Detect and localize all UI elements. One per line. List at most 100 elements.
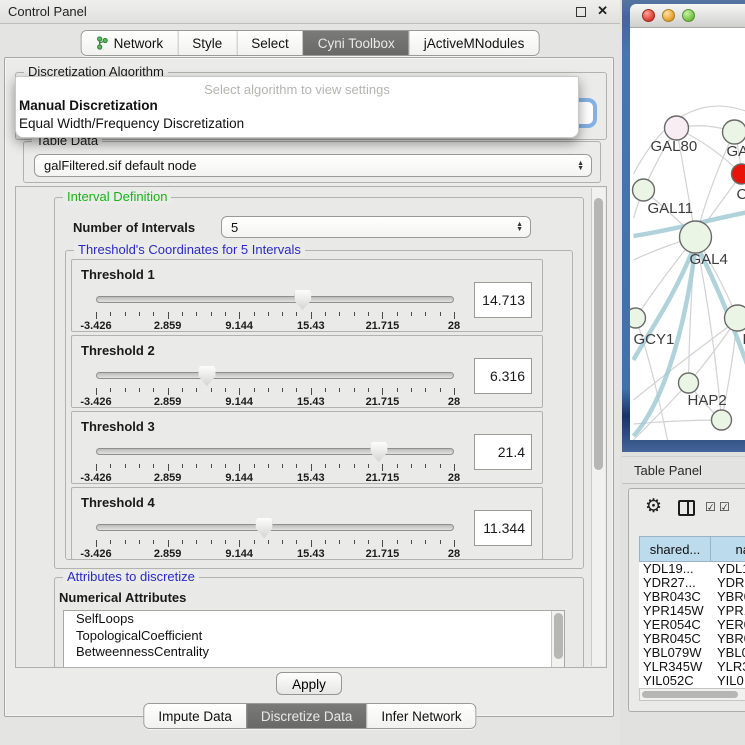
- table-cell[interactable]: YBR043C: [639, 590, 711, 604]
- slider-thumb[interactable]: [256, 518, 273, 538]
- network-node[interactable]: [723, 120, 745, 144]
- scrollbar-thumb[interactable]: [554, 613, 563, 659]
- network-node[interactable]: [732, 164, 745, 184]
- threshold-1-slider[interactable]: -3.4262.8599.14415.4321.71528: [96, 288, 454, 330]
- slider-thumb[interactable]: [198, 366, 215, 386]
- menu-item-equal-width-frequency[interactable]: Equal Width/Frequency Discretization: [16, 115, 578, 133]
- slider-thumb[interactable]: [370, 442, 387, 462]
- network-node[interactable]: [725, 305, 745, 331]
- apply-button[interactable]: Apply: [276, 672, 342, 695]
- tab-network[interactable]: Network: [82, 31, 178, 55]
- table-cell[interactable]: YER0: [711, 618, 745, 632]
- network-node[interactable]: [712, 410, 732, 430]
- slider-tick: [225, 540, 226, 544]
- table-cell[interactable]: YIL0: [711, 674, 745, 688]
- scrollbar-thumb[interactable]: [594, 198, 603, 470]
- table-row[interactable]: YPR145WYPR1: [639, 604, 745, 618]
- horizontal-scrollbar[interactable]: [639, 688, 745, 701]
- table-cell[interactable]: YER054C: [639, 618, 711, 632]
- network-node[interactable]: [633, 179, 655, 201]
- table-row[interactable]: YDR27...YDR2: [639, 576, 745, 590]
- vertical-scrollbar[interactable]: [591, 188, 605, 666]
- tab-discretize-data[interactable]: Discretize Data: [246, 704, 367, 728]
- tab-label: Network: [114, 36, 164, 51]
- table-cell[interactable]: YDR2: [711, 576, 745, 590]
- threshold-2-value-field[interactable]: 6.316: [474, 358, 532, 394]
- table-row[interactable]: YBL079WYBL0: [639, 646, 745, 660]
- network-canvas-area[interactable]: GAL80GACGAL11GAL4GCY1HHAP2: [630, 28, 745, 440]
- threshold-4-slider[interactable]: -3.4262.8599.14415.4321.71528: [96, 516, 454, 558]
- table-cell[interactable]: YDL19...: [639, 562, 711, 576]
- table-cell[interactable]: YPR145W: [639, 604, 711, 618]
- slider-tick: [196, 312, 197, 316]
- table-cell[interactable]: YLR345W: [639, 660, 711, 674]
- slider-tick: [339, 388, 340, 392]
- slider-tick: [110, 312, 111, 316]
- table-cell[interactable]: YIL052C: [639, 674, 711, 688]
- network-node[interactable]: [665, 116, 689, 140]
- close-icon[interactable]: ✕: [597, 3, 608, 19]
- slider-track[interactable]: [96, 448, 454, 455]
- table-cell[interactable]: YDR27...: [639, 576, 711, 590]
- tab-cyni-toolbox[interactable]: Cyni Toolbox: [303, 31, 409, 55]
- list-item[interactable]: TopologicalCoefficient: [64, 628, 564, 645]
- table-cell[interactable]: YBR0: [711, 590, 745, 604]
- column-header-name[interactable]: na: [711, 536, 745, 562]
- slider-thumb[interactable]: [294, 290, 311, 310]
- table-cell[interactable]: YBR045C: [639, 632, 711, 646]
- tab-infer-network[interactable]: Infer Network: [366, 704, 475, 728]
- threshold-4-value-field[interactable]: 11.344: [474, 510, 532, 546]
- network-canvas[interactable]: GAL80GACGAL11GAL4GCY1HHAP2: [630, 28, 745, 440]
- minimize-traffic-light-icon[interactable]: [662, 9, 675, 22]
- threshold-2-slider[interactable]: -3.4262.8599.14415.4321.71528: [96, 364, 454, 406]
- table-cell[interactable]: YDL1: [711, 562, 745, 576]
- table-cell[interactable]: YPR1: [711, 604, 745, 618]
- table-row[interactable]: YBR045CYBR0: [639, 632, 745, 646]
- table-row[interactable]: YDL19...YDL1: [639, 562, 745, 576]
- split-view-icon[interactable]: [678, 500, 695, 516]
- column-header-shared-name[interactable]: shared...: [639, 536, 711, 562]
- slider-track[interactable]: [96, 372, 454, 379]
- float-window-icon[interactable]: [576, 7, 586, 17]
- tab-select[interactable]: Select: [236, 31, 303, 55]
- slider-tick: [268, 540, 269, 544]
- network-node[interactable]: [680, 221, 712, 253]
- list-item[interactable]: SelfLoops: [64, 611, 564, 628]
- list-scrollbar[interactable]: [551, 611, 564, 668]
- table-cell[interactable]: YBL0: [711, 646, 745, 660]
- slider-tick: [268, 388, 269, 392]
- zoom-traffic-light-icon[interactable]: [682, 9, 695, 22]
- slider-tick: [125, 464, 126, 468]
- table-row[interactable]: YBR043CYBR0: [639, 590, 745, 604]
- checkbox-icon[interactable]: ☑: [719, 501, 730, 513]
- tab-jactivemnodules[interactable]: jActiveMNodules: [409, 31, 539, 55]
- tab-style[interactable]: Style: [177, 31, 236, 55]
- menu-item-manual-discretization[interactable]: Manual Discretization: [16, 97, 578, 115]
- threshold-3-value-field[interactable]: 21.4: [474, 434, 532, 470]
- screen: Control Panel ✕ Network Style Select: [0, 0, 745, 745]
- slider-tick: [311, 464, 312, 471]
- network-window-titlebar[interactable]: [630, 4, 745, 28]
- network-node[interactable]: [630, 308, 646, 328]
- scrollbar-thumb[interactable]: [642, 691, 738, 698]
- table-cell[interactable]: YBL079W: [639, 646, 711, 660]
- number-of-intervals-combobox[interactable]: 5 ▲▼: [221, 216, 531, 238]
- close-traffic-light-icon[interactable]: [642, 9, 655, 22]
- checkbox-icon[interactable]: ☑: [705, 501, 716, 513]
- slider-tick: [382, 540, 383, 547]
- gear-icon[interactable]: ⚙: [645, 495, 662, 518]
- table-row[interactable]: YLR345WYLR3: [639, 660, 745, 674]
- table-cell[interactable]: YBR0: [711, 632, 745, 646]
- table-row[interactable]: YER054CYER0: [639, 618, 745, 632]
- table-cell[interactable]: YLR3: [711, 660, 745, 674]
- slider-track[interactable]: [96, 296, 454, 303]
- table-row[interactable]: YIL052CYIL0: [639, 674, 745, 688]
- slider-track[interactable]: [96, 524, 454, 531]
- slider-tick: [268, 312, 269, 316]
- tab-impute-data[interactable]: Impute Data: [144, 704, 246, 728]
- list-item[interactable]: BetweennessCentrality: [64, 644, 564, 661]
- table-data-combobox[interactable]: galFiltered.sif default node ▲▼: [34, 154, 592, 177]
- threshold-3-slider[interactable]: -3.4262.8599.14415.4321.71528: [96, 440, 454, 482]
- threshold-1-value-field[interactable]: 14.713: [474, 282, 532, 318]
- network-node[interactable]: [679, 373, 699, 393]
